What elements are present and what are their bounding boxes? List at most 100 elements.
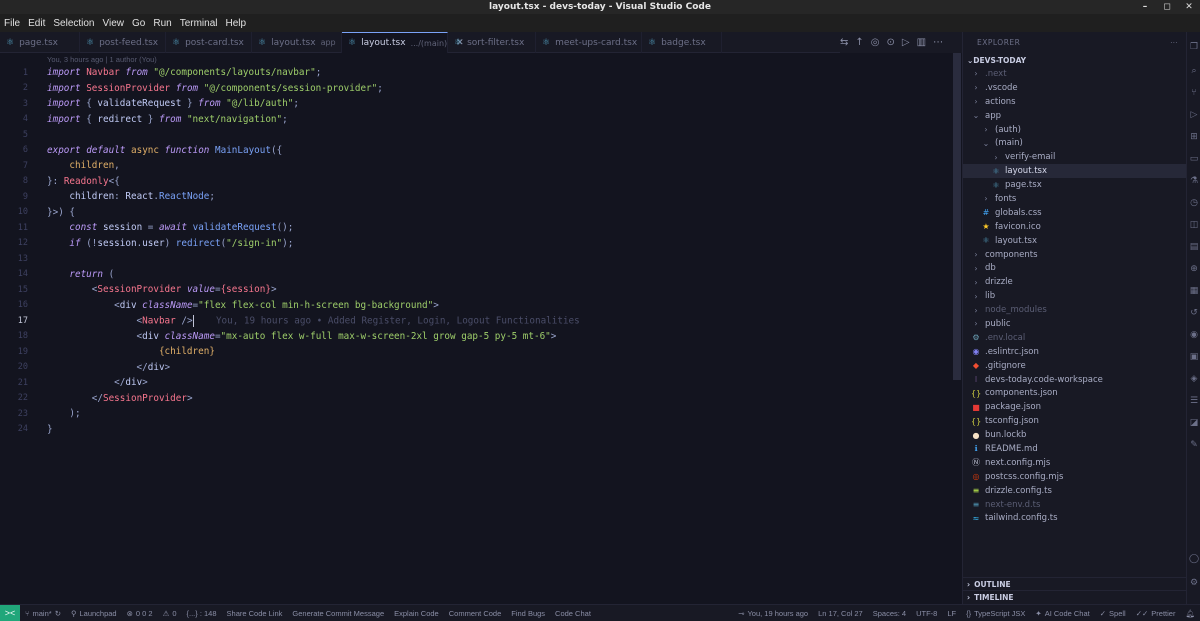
tree-item[interactable]: ★ favicon.ico xyxy=(963,220,1186,234)
encoding[interactable]: UTF-8 xyxy=(911,609,942,618)
tree-item[interactable]: ■ package.json xyxy=(963,400,1186,414)
spell-check-button[interactable]: ✓ Spell xyxy=(1095,609,1131,618)
code-chat-button[interactable]: Code Chat xyxy=(550,609,596,618)
tab-post-feed-tsx[interactable]: ⚛ post-feed.tsx xyxy=(80,32,166,53)
tree-item[interactable]: › .vscode xyxy=(963,81,1186,95)
menu-run[interactable]: Run xyxy=(149,18,175,29)
share-code-link-button[interactable]: Share Code Link xyxy=(222,609,288,618)
end-of-line[interactable]: LF xyxy=(942,609,961,618)
copilot-icon[interactable]: ◈ xyxy=(1189,374,1199,384)
editor-scrollbar[interactable] xyxy=(953,53,961,380)
compare-icon[interactable]: ⇆ xyxy=(840,37,848,48)
tree-item[interactable]: › .next xyxy=(963,67,1186,81)
tasks-icon[interactable]: ☰ xyxy=(1189,396,1199,406)
previous-change-icon[interactable]: ↑ xyxy=(855,37,863,48)
menu-view[interactable]: View xyxy=(99,18,129,29)
menu-terminal[interactable]: Terminal xyxy=(176,18,222,29)
tree-item[interactable]: ⁝ devs-today.code-workspace xyxy=(963,373,1186,387)
tree-item[interactable]: ⚛ layout.tsx xyxy=(963,164,1186,179)
split-editor-icon[interactable]: ▥ xyxy=(917,37,926,48)
remote-indicator[interactable]: >< xyxy=(0,604,20,621)
more-actions-icon[interactable]: ⋯ xyxy=(933,37,943,48)
kanban-icon[interactable]: ▦ xyxy=(1189,286,1199,296)
tree-item[interactable]: ⌄ app xyxy=(963,109,1186,123)
tree-item[interactable]: ◎ postcss.config.mjs xyxy=(963,470,1186,484)
codelens-blame[interactable]: You, 3 hours ago | 1 author (You) xyxy=(47,55,157,64)
menu-selection[interactable]: Selection xyxy=(49,18,98,29)
tree-item[interactable]: › (auth) xyxy=(963,123,1186,137)
tree-item[interactable]: ≡ drizzle.config.ts xyxy=(963,484,1186,498)
account-icon[interactable]: ◯ xyxy=(1189,554,1199,564)
testing-icon[interactable]: ⚗ xyxy=(1189,176,1199,186)
tab-meet-ups-card-tsx[interactable]: ⚛ meet-ups-card.tsx xyxy=(536,32,642,53)
selection-indicator[interactable]: {...} : 148 xyxy=(182,609,222,618)
tree-item[interactable]: {} components.json xyxy=(963,386,1186,400)
comment-code-button[interactable]: Comment Code xyxy=(444,609,507,618)
tab-layout-app[interactable]: ⚛ layout.tsx app xyxy=(252,32,342,53)
tree-item[interactable]: › lib xyxy=(963,289,1186,303)
settings-gear-icon[interactable]: ⚙ xyxy=(1189,578,1199,588)
tree-item[interactable]: › actions xyxy=(963,95,1186,109)
workspace-root[interactable]: ⌄ DEVS-TODAY xyxy=(963,53,1186,67)
find-bugs-button[interactable]: Find Bugs xyxy=(506,609,550,618)
tree-item[interactable]: ℹ README.md xyxy=(963,442,1186,456)
tab-post-card-tsx[interactable]: ⚛ post-card.tsx xyxy=(166,32,252,53)
tree-item[interactable]: Ⓝnext.config.mjs xyxy=(963,456,1186,470)
tree-item[interactable]: › public xyxy=(963,317,1186,331)
tree-item[interactable]: › db xyxy=(963,261,1186,275)
tree-item[interactable]: ⚙ .env.local xyxy=(963,331,1186,345)
generate-commit-message-button[interactable]: Generate Commit Message xyxy=(287,609,389,618)
tree-item[interactable]: ≈ tailwind.config.ts xyxy=(963,512,1186,526)
indentation[interactable]: Spaces: 4 xyxy=(868,609,911,618)
tree-item[interactable]: › node_modules xyxy=(963,303,1186,317)
open-changes-icon[interactable]: ⊙ xyxy=(887,37,895,48)
git-graph-icon[interactable]: ⊕ xyxy=(1189,264,1199,274)
tree-item[interactable]: ● bun.lockb xyxy=(963,428,1186,442)
language-mode[interactable]: {} TypeScript JSX xyxy=(961,609,1030,618)
outline-section[interactable]: › OUTLINE xyxy=(963,577,1187,590)
run-debug-icon[interactable]: ▷ xyxy=(1189,110,1199,120)
blame-indicator[interactable]: ⊸ You, 19 hours ago xyxy=(733,609,813,618)
extensions-icon[interactable]: ⊞ xyxy=(1189,132,1199,142)
tab-sort-filter-tsx[interactable]: ⚛ sort-filter.tsx xyxy=(448,32,536,53)
tab-badge-tsx[interactable]: ⚛ badge.tsx xyxy=(642,32,722,53)
github-icon[interactable]: ◉ xyxy=(1189,330,1199,340)
docs-icon[interactable]: ◪ xyxy=(1189,418,1199,428)
branch-indicator[interactable]: ⑂ main* ↻ xyxy=(20,609,66,618)
notifications-icon[interactable]: 🔔︎ xyxy=(1180,609,1200,618)
ai-code-chat-button[interactable]: ✦ AI Code Chat xyxy=(1030,609,1094,618)
explorer-icon[interactable]: ❐ xyxy=(1189,42,1199,52)
tree-item[interactable]: ◆ .gitignore xyxy=(963,359,1186,373)
launchpad-button[interactable]: ⚲ Launchpad xyxy=(66,609,122,618)
tree-item[interactable]: › fonts xyxy=(963,192,1186,206)
git-lens-icon[interactable]: ◎ xyxy=(871,37,880,48)
prettier-button[interactable]: ✓✓ Prettier xyxy=(1131,609,1181,618)
tab-page-tsx[interactable]: ⚛ page.tsx xyxy=(0,32,80,53)
tree-item[interactable]: ⚛ layout.tsx xyxy=(963,234,1186,248)
cursor-position[interactable]: Ln 17, Col 27 xyxy=(813,609,868,618)
restore-icon[interactable]: ◻ xyxy=(1156,0,1178,14)
tree-item[interactable]: › components xyxy=(963,248,1186,262)
menu-help[interactable]: Help xyxy=(222,18,251,29)
chat-icon[interactable]: ✎ xyxy=(1189,440,1199,450)
remote-explorer-icon[interactable]: ▭ xyxy=(1189,154,1199,164)
tree-item[interactable]: › verify-email xyxy=(963,150,1186,164)
timeline-section[interactable]: › TIMELINE xyxy=(963,590,1187,603)
database-icon[interactable]: ◫ xyxy=(1189,220,1199,230)
tab-layout-main[interactable]: ⚛ layout.tsx .../(main) ✕ xyxy=(342,32,464,53)
close-icon[interactable]: ✕ xyxy=(1178,0,1200,14)
menu-file[interactable]: File xyxy=(0,18,24,29)
tree-item[interactable]: {} tsconfig.json xyxy=(963,414,1186,428)
tree-item[interactable]: ◉ .eslintrc.json xyxy=(963,345,1186,359)
tree-item[interactable]: ⚛ page.tsx xyxy=(963,178,1186,192)
menu-edit[interactable]: Edit xyxy=(24,18,49,29)
code-editor[interactable]: You, 3 hours ago | 1 author (You) 1 impor… xyxy=(0,53,962,604)
source-control-icon[interactable]: ⑂ xyxy=(1189,88,1199,98)
terminal-icon[interactable]: ▣ xyxy=(1189,352,1199,362)
search-icon[interactable]: ⌕ xyxy=(1189,66,1199,76)
more-actions-icon[interactable]: ⋯ xyxy=(1170,38,1178,47)
problems-indicator[interactable]: ⊗ 0 0 2 xyxy=(122,609,158,618)
menu-go[interactable]: Go xyxy=(128,18,149,29)
history-icon[interactable]: ↺ xyxy=(1189,308,1199,318)
tree-item[interactable]: › drizzle xyxy=(963,275,1186,289)
